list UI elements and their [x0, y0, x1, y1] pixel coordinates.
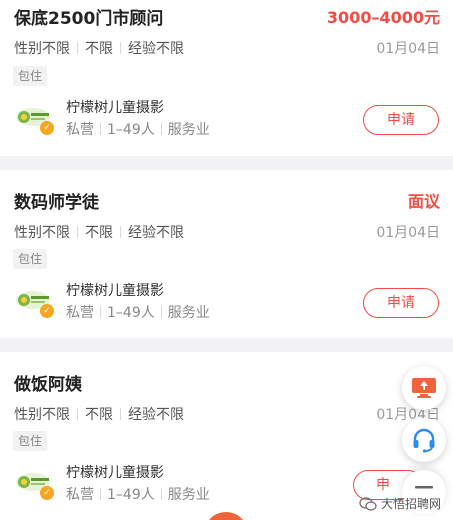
job-title-row: 数码师学徒 面议 [14, 186, 440, 214]
job-card[interactable]: 数码师学徒 面议 性别不限 不限 经验不限 01月04日 包住 ✓ 柠檬树儿童摄… [0, 170, 453, 338]
experience-requirement: 经验不限 [128, 407, 184, 423]
gender-requirement: 性别不限 [14, 407, 70, 423]
divider [160, 123, 162, 135]
job-list-page: 保底2500门市顾问 3000–4000元 性别不限 不限 经验不限 01月04… [0, 0, 453, 520]
company-size: 1–49人 [107, 122, 155, 138]
divider [160, 306, 162, 318]
company-size: 1–49人 [107, 305, 155, 321]
job-requirements-row: 性别不限 不限 经验不限 01月04日 [14, 221, 440, 243]
verified-badge-icon: ✓ [40, 121, 54, 135]
divider [100, 306, 101, 318]
education-requirement: 不限 [85, 225, 113, 241]
company-name: 柠檬树儿童摄影 [66, 465, 164, 481]
experience-requirement: 经验不限 [128, 225, 184, 241]
customer-service-button[interactable] [402, 418, 446, 462]
verified-badge-icon: ✓ [40, 304, 54, 318]
divider [120, 42, 121, 54]
job-title-row: 做饭阿姨 [14, 368, 440, 396]
education-requirement: 不限 [85, 407, 113, 423]
job-salary: 面议 [407, 192, 440, 211]
job-title-row: 保底2500门市顾问 3000–4000元 [14, 2, 440, 30]
monitor-upload-icon [412, 378, 436, 398]
verified-badge-icon: ✓ [40, 486, 54, 500]
company-type: 私营 [66, 305, 94, 321]
company-industry: 服务业 [167, 122, 210, 138]
divider [77, 42, 78, 54]
company-name: 柠檬树儿童摄影 [66, 283, 164, 299]
watermark: 大悟招聘网 [359, 495, 441, 512]
company-row[interactable]: ✓ 柠檬树儿童摄影 私营 1–49人 服务业 申请 [14, 280, 439, 324]
divider [160, 488, 162, 500]
benefit-tag: 包住 [13, 66, 48, 86]
job-requirements-row: 性别不限 不限 经验不限 01月04日 [14, 403, 440, 425]
benefit-tag: 包住 [13, 431, 48, 451]
job-title: 保底2500门市顾问 [14, 8, 164, 29]
gender-requirement: 性别不限 [14, 41, 70, 57]
divider [77, 408, 78, 420]
divider [120, 408, 121, 420]
company-size: 1–49人 [107, 487, 155, 503]
apply-button[interactable]: 申请 [363, 288, 439, 318]
company-type: 私营 [66, 487, 94, 503]
company-industry: 服务业 [167, 487, 210, 503]
company-industry: 服务业 [167, 305, 210, 321]
company-meta: 私营 1–49人 服务业 [66, 119, 210, 139]
company-row[interactable]: ✓ 柠檬树儿童摄影 私营 1–49人 服务业 申请 [14, 97, 439, 141]
divider [77, 226, 78, 238]
company-meta: 私营 1–49人 服务业 [66, 484, 210, 504]
post-date: 01月04日 [376, 225, 440, 241]
divider [100, 488, 101, 500]
gender-requirement: 性别不限 [14, 225, 70, 241]
wechat-icon [359, 496, 377, 511]
experience-requirement: 经验不限 [128, 41, 184, 57]
benefit-tag: 包住 [13, 249, 48, 269]
headset-icon [413, 428, 435, 453]
job-requirements-row: 性别不限 不限 经验不限 01月04日 [14, 37, 440, 59]
company-meta: 私营 1–49人 服务业 [66, 302, 210, 322]
education-requirement: 不限 [85, 41, 113, 57]
job-salary: 3000–4000元 [326, 8, 440, 27]
company-name: 柠檬树儿童摄影 [66, 100, 164, 116]
job-title: 数码师学徒 [14, 192, 99, 213]
divider [120, 226, 121, 238]
job-title: 做饭阿姨 [14, 374, 82, 395]
post-date: 01月04日 [376, 41, 440, 57]
job-card[interactable]: 保底2500门市顾问 3000–4000元 性别不限 不限 经验不限 01月04… [0, 0, 453, 156]
post-job-button[interactable] [402, 366, 446, 410]
apply-button[interactable]: 申请 [363, 105, 439, 135]
watermark-text: 大悟招聘网 [380, 497, 441, 511]
company-type: 私营 [66, 122, 94, 138]
divider [100, 123, 101, 135]
